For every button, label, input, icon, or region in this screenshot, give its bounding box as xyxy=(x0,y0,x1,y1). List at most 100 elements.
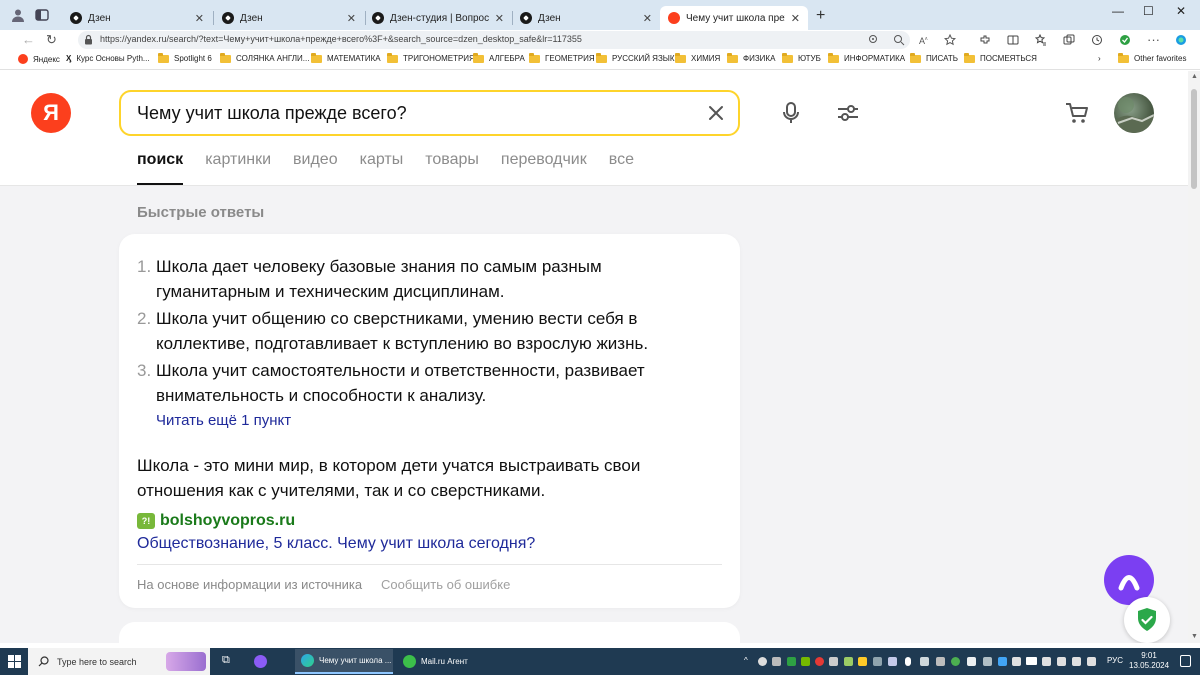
tab-images[interactable]: картинки xyxy=(205,151,271,185)
source-title-link[interactable]: Обществознание, 5 класс. Чему учит школа… xyxy=(137,535,535,553)
keyboard-icon[interactable] xyxy=(1072,657,1081,666)
favorite-star-icon[interactable] xyxy=(944,34,956,46)
bookmark-folder[interactable]: СОЛЯНКА АНГЛИ... xyxy=(220,52,309,63)
minimize-icon[interactable]: — xyxy=(1112,4,1124,18)
close-tab-icon[interactable]: ✕ xyxy=(495,12,504,25)
tray-app-icon[interactable] xyxy=(998,657,1007,666)
close-window-icon[interactable]: ✕ xyxy=(1176,4,1186,18)
workspaces-icon[interactable] xyxy=(34,7,50,23)
scroll-up-icon[interactable]: ▲ xyxy=(1191,73,1198,80)
tray-app-icon[interactable] xyxy=(967,657,976,666)
new-tab-icon[interactable]: + xyxy=(816,7,825,25)
battery-icon[interactable] xyxy=(1026,657,1037,665)
collections-icon[interactable] xyxy=(1063,34,1075,46)
bookmark-folder[interactable]: ХИМИЯ xyxy=(675,52,720,63)
maximize-icon[interactable]: ☐ xyxy=(1143,4,1154,18)
search-settings-icon[interactable] xyxy=(835,100,861,126)
tray-app-icon[interactable] xyxy=(983,657,992,666)
split-screen-icon[interactable] xyxy=(1007,34,1019,46)
tray-app-icon[interactable] xyxy=(858,657,867,666)
url-field[interactable]: https://yandex.ru/search/?text=Чему+учит… xyxy=(78,31,956,49)
protection-shield-button[interactable] xyxy=(1124,597,1170,643)
tray-app-icon[interactable] xyxy=(829,657,838,666)
browser-tab[interactable]: Дзен ✕ xyxy=(214,6,364,30)
close-tab-icon[interactable]: ✕ xyxy=(643,12,652,25)
close-tab-icon[interactable]: ✕ xyxy=(347,12,356,25)
browser-tab[interactable]: Дзен-студия | Вопрос, на которо ✕ xyxy=(364,6,512,30)
bookmark-folder[interactable]: ЮТУБ xyxy=(782,52,821,63)
cart-icon[interactable] xyxy=(1064,100,1090,126)
source-domain-link[interactable]: ?! bolshoyvopros.ru xyxy=(137,512,295,530)
network-icon[interactable] xyxy=(1012,657,1021,666)
clear-search-icon[interactable] xyxy=(706,103,726,123)
bookmark-folder[interactable]: МАТЕМАТИКА xyxy=(311,52,381,63)
microphone-tray-icon[interactable] xyxy=(905,657,911,666)
nvidia-icon[interactable] xyxy=(801,657,810,666)
close-tab-icon[interactable]: ✕ xyxy=(195,12,204,25)
tray-app-icon[interactable] xyxy=(936,657,945,666)
volume-icon[interactable] xyxy=(1042,657,1051,666)
bookmark-yandex[interactable]: Яндекс xyxy=(18,54,60,64)
bookmark-folder[interactable]: ПИСАТЬ xyxy=(910,52,958,63)
vpn-extension-icon[interactable] xyxy=(1119,34,1131,46)
favorites-icon[interactable] xyxy=(1035,34,1047,46)
taskbar-clock[interactable]: 9:01 13.05.2024 xyxy=(1129,651,1169,671)
bookmark-folder[interactable]: АЛГЕБРА xyxy=(473,52,525,63)
bookmark-other-favorites[interactable]: Other favorites xyxy=(1118,52,1186,63)
close-tab-icon[interactable]: ✕ xyxy=(791,12,800,25)
read-more-link[interactable]: Читать ещё 1 пункт xyxy=(156,412,291,429)
bookmark-folder[interactable]: ИНФОРМАТИКА xyxy=(828,52,905,63)
tab-maps[interactable]: карты xyxy=(360,151,404,185)
bookmark-folder[interactable]: ТРИГОНОМЕТРИЯ xyxy=(387,52,475,63)
yandex-browser-tray-icon[interactable] xyxy=(815,657,824,666)
extensions-icon[interactable] xyxy=(979,34,991,46)
tray-app-icon[interactable] xyxy=(772,657,781,666)
bookmarks-overflow-icon[interactable]: › xyxy=(1098,54,1101,63)
page-scrollbar[interactable]: ▲ ▼ xyxy=(1188,71,1200,643)
refresh-icon[interactable]: ↻ xyxy=(46,32,57,48)
tab-translator[interactable]: переводчик xyxy=(501,151,587,185)
browser-tab[interactable]: Дзен ✕ xyxy=(512,6,660,30)
edge-copilot-icon[interactable] xyxy=(1175,34,1187,46)
tray-app-icon[interactable] xyxy=(844,657,853,666)
tray-app-icon[interactable] xyxy=(1057,657,1066,666)
report-error-link[interactable]: Сообщить об ошибке xyxy=(381,577,510,592)
taskbar-app-mailru[interactable]: Mail.ru Агент xyxy=(397,649,477,674)
browser-tab[interactable]: Дзен ✕ xyxy=(62,6,212,30)
location-icon[interactable] xyxy=(867,34,879,46)
read-aloud-icon[interactable]: Aʌ xyxy=(918,34,930,46)
taskbar-app-edge[interactable]: Чему учит школа ... xyxy=(295,649,393,674)
scrollbar-thumb[interactable] xyxy=(1191,89,1197,189)
bookmark-folder[interactable]: ФИЗИКА xyxy=(727,52,775,63)
zoom-icon[interactable] xyxy=(893,34,905,46)
browser-tab-active[interactable]: Чему учит школа прежде всего ✕ xyxy=(660,6,808,30)
tab-products[interactable]: товары xyxy=(425,151,479,185)
tray-app-icon[interactable] xyxy=(1087,657,1096,666)
tray-app-icon[interactable] xyxy=(888,657,897,666)
history-icon[interactable] xyxy=(1091,34,1103,46)
tab-video[interactable]: видео xyxy=(293,151,338,185)
tray-app-icon[interactable] xyxy=(920,657,929,666)
alice-taskbar-icon[interactable] xyxy=(254,655,267,668)
notifications-icon[interactable] xyxy=(1180,655,1191,667)
bookmark-folder[interactable]: ГЕОМЕТРИЯ xyxy=(529,52,595,63)
user-avatar[interactable] xyxy=(1114,93,1154,133)
tray-app-icon[interactable] xyxy=(951,657,960,666)
tab-search[interactable]: поиск xyxy=(137,151,184,185)
bookmark-folder[interactable]: ПОСМЕЯТЬСЯ xyxy=(964,52,1037,63)
tab-all[interactable]: все xyxy=(609,151,634,185)
language-indicator[interactable]: РУС xyxy=(1107,656,1123,665)
bookmark-python-course[interactable]: Ӽ Курс Основы Pyth... xyxy=(66,54,150,63)
scroll-down-icon[interactable]: ▼ xyxy=(1191,633,1198,640)
back-icon[interactable]: ← xyxy=(22,32,35,47)
bookmark-folder[interactable]: РУССКИЙ ЯЗЫК xyxy=(596,52,675,63)
skype-icon[interactable] xyxy=(758,657,767,666)
bookmark-spotlight[interactable]: Spotlight 6 xyxy=(158,52,212,63)
tray-overflow-icon[interactable]: ^ xyxy=(744,656,748,665)
more-menu-icon[interactable]: ··· xyxy=(1147,32,1160,47)
search-box[interactable] xyxy=(119,90,740,136)
microphone-icon[interactable] xyxy=(778,100,804,126)
vpn-tray-icon[interactable] xyxy=(787,657,796,666)
windows-start-icon[interactable] xyxy=(8,655,21,668)
search-input[interactable] xyxy=(137,102,697,124)
